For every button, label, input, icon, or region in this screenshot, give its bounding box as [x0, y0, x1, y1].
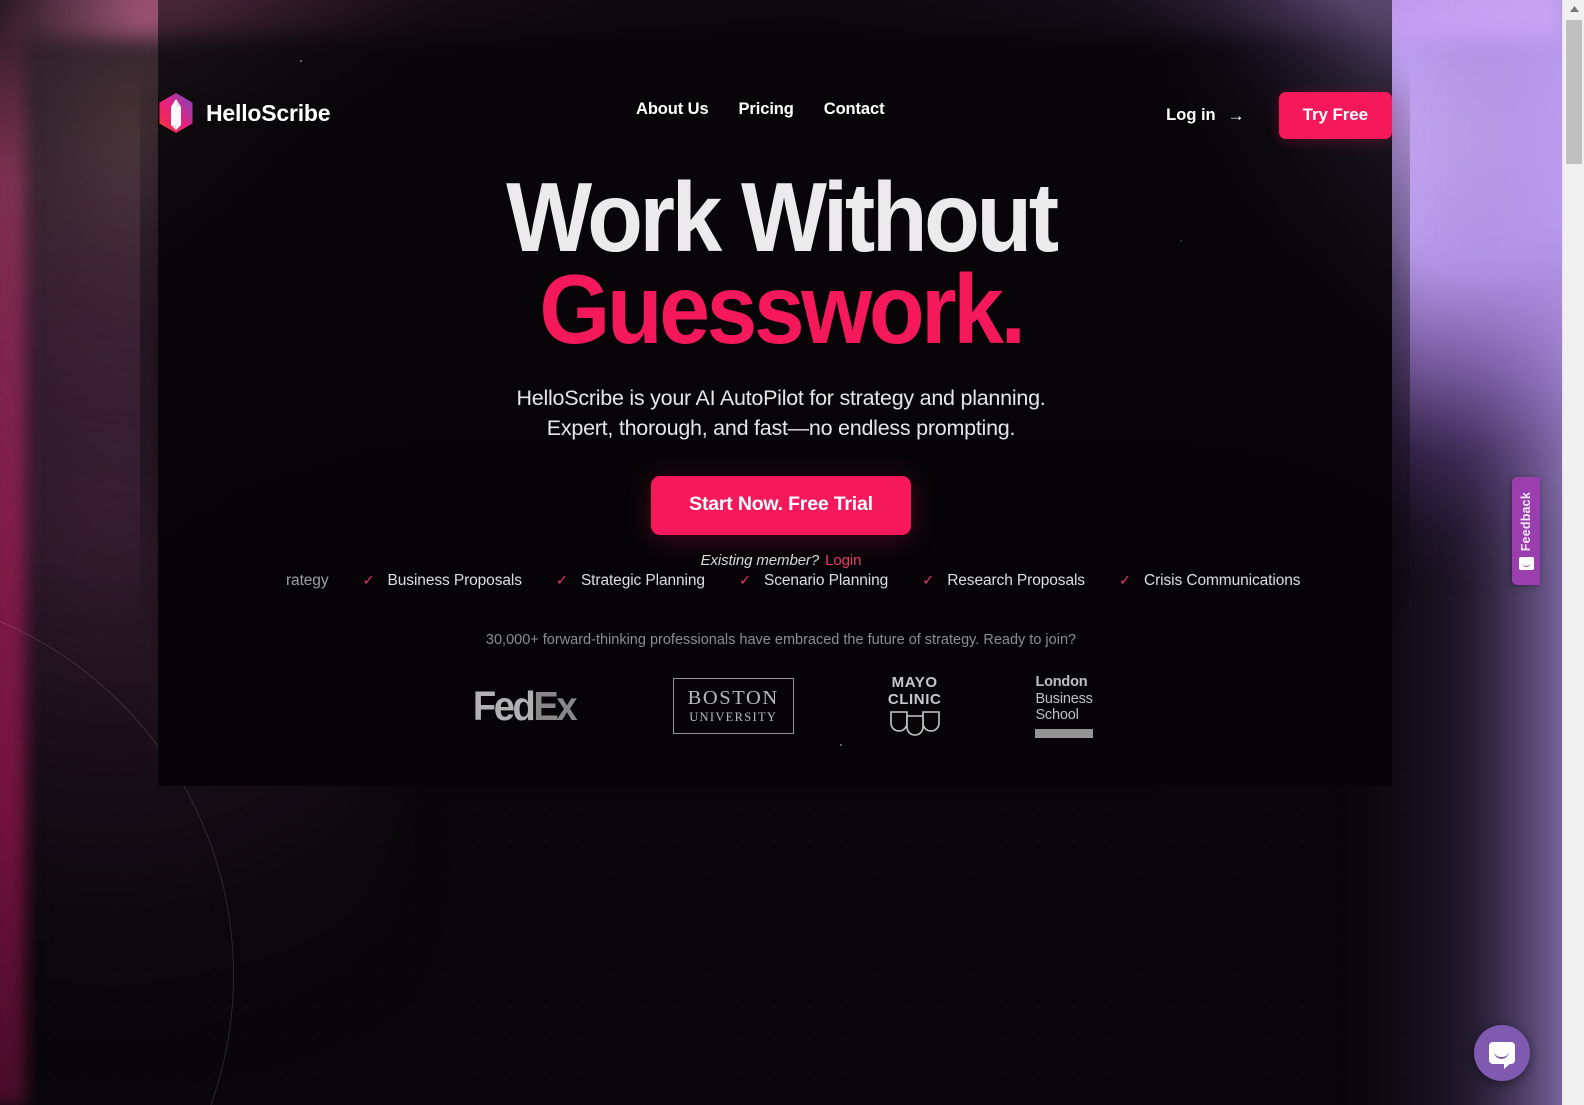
feature-marquee: ✓ rategy ✓ Business Proposals ✓ Strategi… [0, 572, 1562, 602]
start-free-trial-button[interactable]: Start Now. Free Trial [651, 475, 911, 535]
sparkle [840, 744, 842, 746]
mayo-clinic-logo: MAYO CLINIC [887, 673, 942, 738]
logo-cell: London Business School [1035, 672, 1094, 740]
feature-item[interactable]: ✓ Research Proposals [922, 572, 1119, 590]
check-icon: ✓ [362, 573, 375, 589]
feature-label: Research Proposals [947, 572, 1085, 589]
hero-section: Work Without Guesswork. HelloScribe is y… [0, 0, 1562, 569]
page-viewport: HelloScribe About Us Pricing Contact Log… [0, 0, 1562, 1105]
feature-item[interactable]: ✓ Scenario Planning [739, 572, 922, 590]
london-business-school-logo: London Business School [1035, 674, 1094, 738]
mayo-logo-line-1: MAYO [891, 673, 938, 691]
chat-bubble-icon [1489, 1042, 1515, 1069]
check-icon: ✓ [1118, 573, 1132, 589]
logo-cell: MAYO CLINIC [888, 672, 942, 740]
feature-label: Scenario Planning [764, 572, 889, 589]
feature-item[interactable]: ✓ Business Proposals [362, 572, 555, 590]
feature-item[interactable]: ✓ Strategic Planning [556, 572, 739, 590]
smiley-card-icon [1518, 557, 1534, 571]
vertical-scrollbar[interactable] [1562, 0, 1584, 1105]
feedback-tab[interactable]: Feedback [1512, 477, 1540, 585]
mayo-shields-icon [889, 711, 940, 737]
hero-subtitle: HelloScribe is your AI AutoPilot for str… [0, 384, 1562, 442]
scroll-up-button[interactable] [1563, 0, 1584, 18]
mayo-logo-line-2: CLINIC [887, 690, 942, 708]
headline-line-1: Work Without [506, 162, 1059, 272]
existing-member-label: Existing member? [700, 551, 820, 569]
inline-login-link[interactable]: Login [825, 552, 861, 569]
browser-page: HelloScribe About Us Pricing Contact Log… [0, 0, 1584, 1105]
feedback-label: Feedback [1519, 491, 1533, 552]
feature-label: Business Proposals [387, 572, 522, 589]
feature-label: Strategic Planning [580, 572, 705, 589]
feature-label: Crisis Communications [1144, 572, 1301, 589]
hero-cta-wrapper: Start Now. Free Trial Existing member? L… [0, 475, 1562, 569]
check-icon: ✓ [738, 573, 752, 589]
lbs-logo-line-1: London [1035, 674, 1088, 691]
social-proof-statement: 30,000+ forward-thinking professionals h… [485, 632, 1077, 648]
subtitle-line-1: HelloScribe is your AI AutoPilot for str… [516, 386, 1046, 411]
bu-logo-line-1: BOSTON [687, 686, 779, 709]
feature-item[interactable]: ✓ Crisis Communications [1119, 572, 1334, 590]
boston-university-logo: BOSTON UNIVERSITY [672, 677, 794, 735]
background-circle-outline [0, 590, 234, 1105]
feature-marquee-track: ✓ rategy ✓ Business Proposals ✓ Strategi… [286, 572, 1334, 590]
fedex-logo: FedEx [472, 682, 577, 730]
lbs-logo-line-2: Business [1035, 690, 1093, 707]
check-icon: ✓ [922, 573, 935, 589]
feature-item[interactable]: ✓ rategy [286, 572, 362, 590]
scrollbar-thumb[interactable] [1566, 20, 1582, 164]
customer-logo-row: FedEx BOSTON UNIVERSITY MAYO CLINIC Lond… [0, 672, 1562, 740]
fedex-logo-part-2: Ex [532, 682, 577, 729]
lbs-logo-bar [1035, 728, 1094, 738]
feature-label: rategy [286, 572, 329, 589]
existing-member-line: Existing member? Login [0, 552, 1562, 569]
chat-launcher-button[interactable] [1474, 1025, 1530, 1081]
check-icon: ✓ [555, 573, 568, 589]
logo-cell: FedEx [469, 672, 579, 740]
fedex-logo-part-1: Fed [472, 682, 535, 729]
logo-cell: BOSTON UNIVERSITY [672, 672, 794, 740]
headline-line-2: Guesswork. [539, 254, 1026, 365]
page-title: Work Without Guesswork. [55, 162, 1508, 365]
subtitle-line-2: Expert, thorough, and fast—no endless pr… [546, 415, 1016, 440]
lbs-logo-line-3: School [1035, 707, 1079, 724]
triangle-up-icon [1569, 6, 1579, 12]
bu-logo-line-2: UNIVERSITY [689, 710, 778, 725]
